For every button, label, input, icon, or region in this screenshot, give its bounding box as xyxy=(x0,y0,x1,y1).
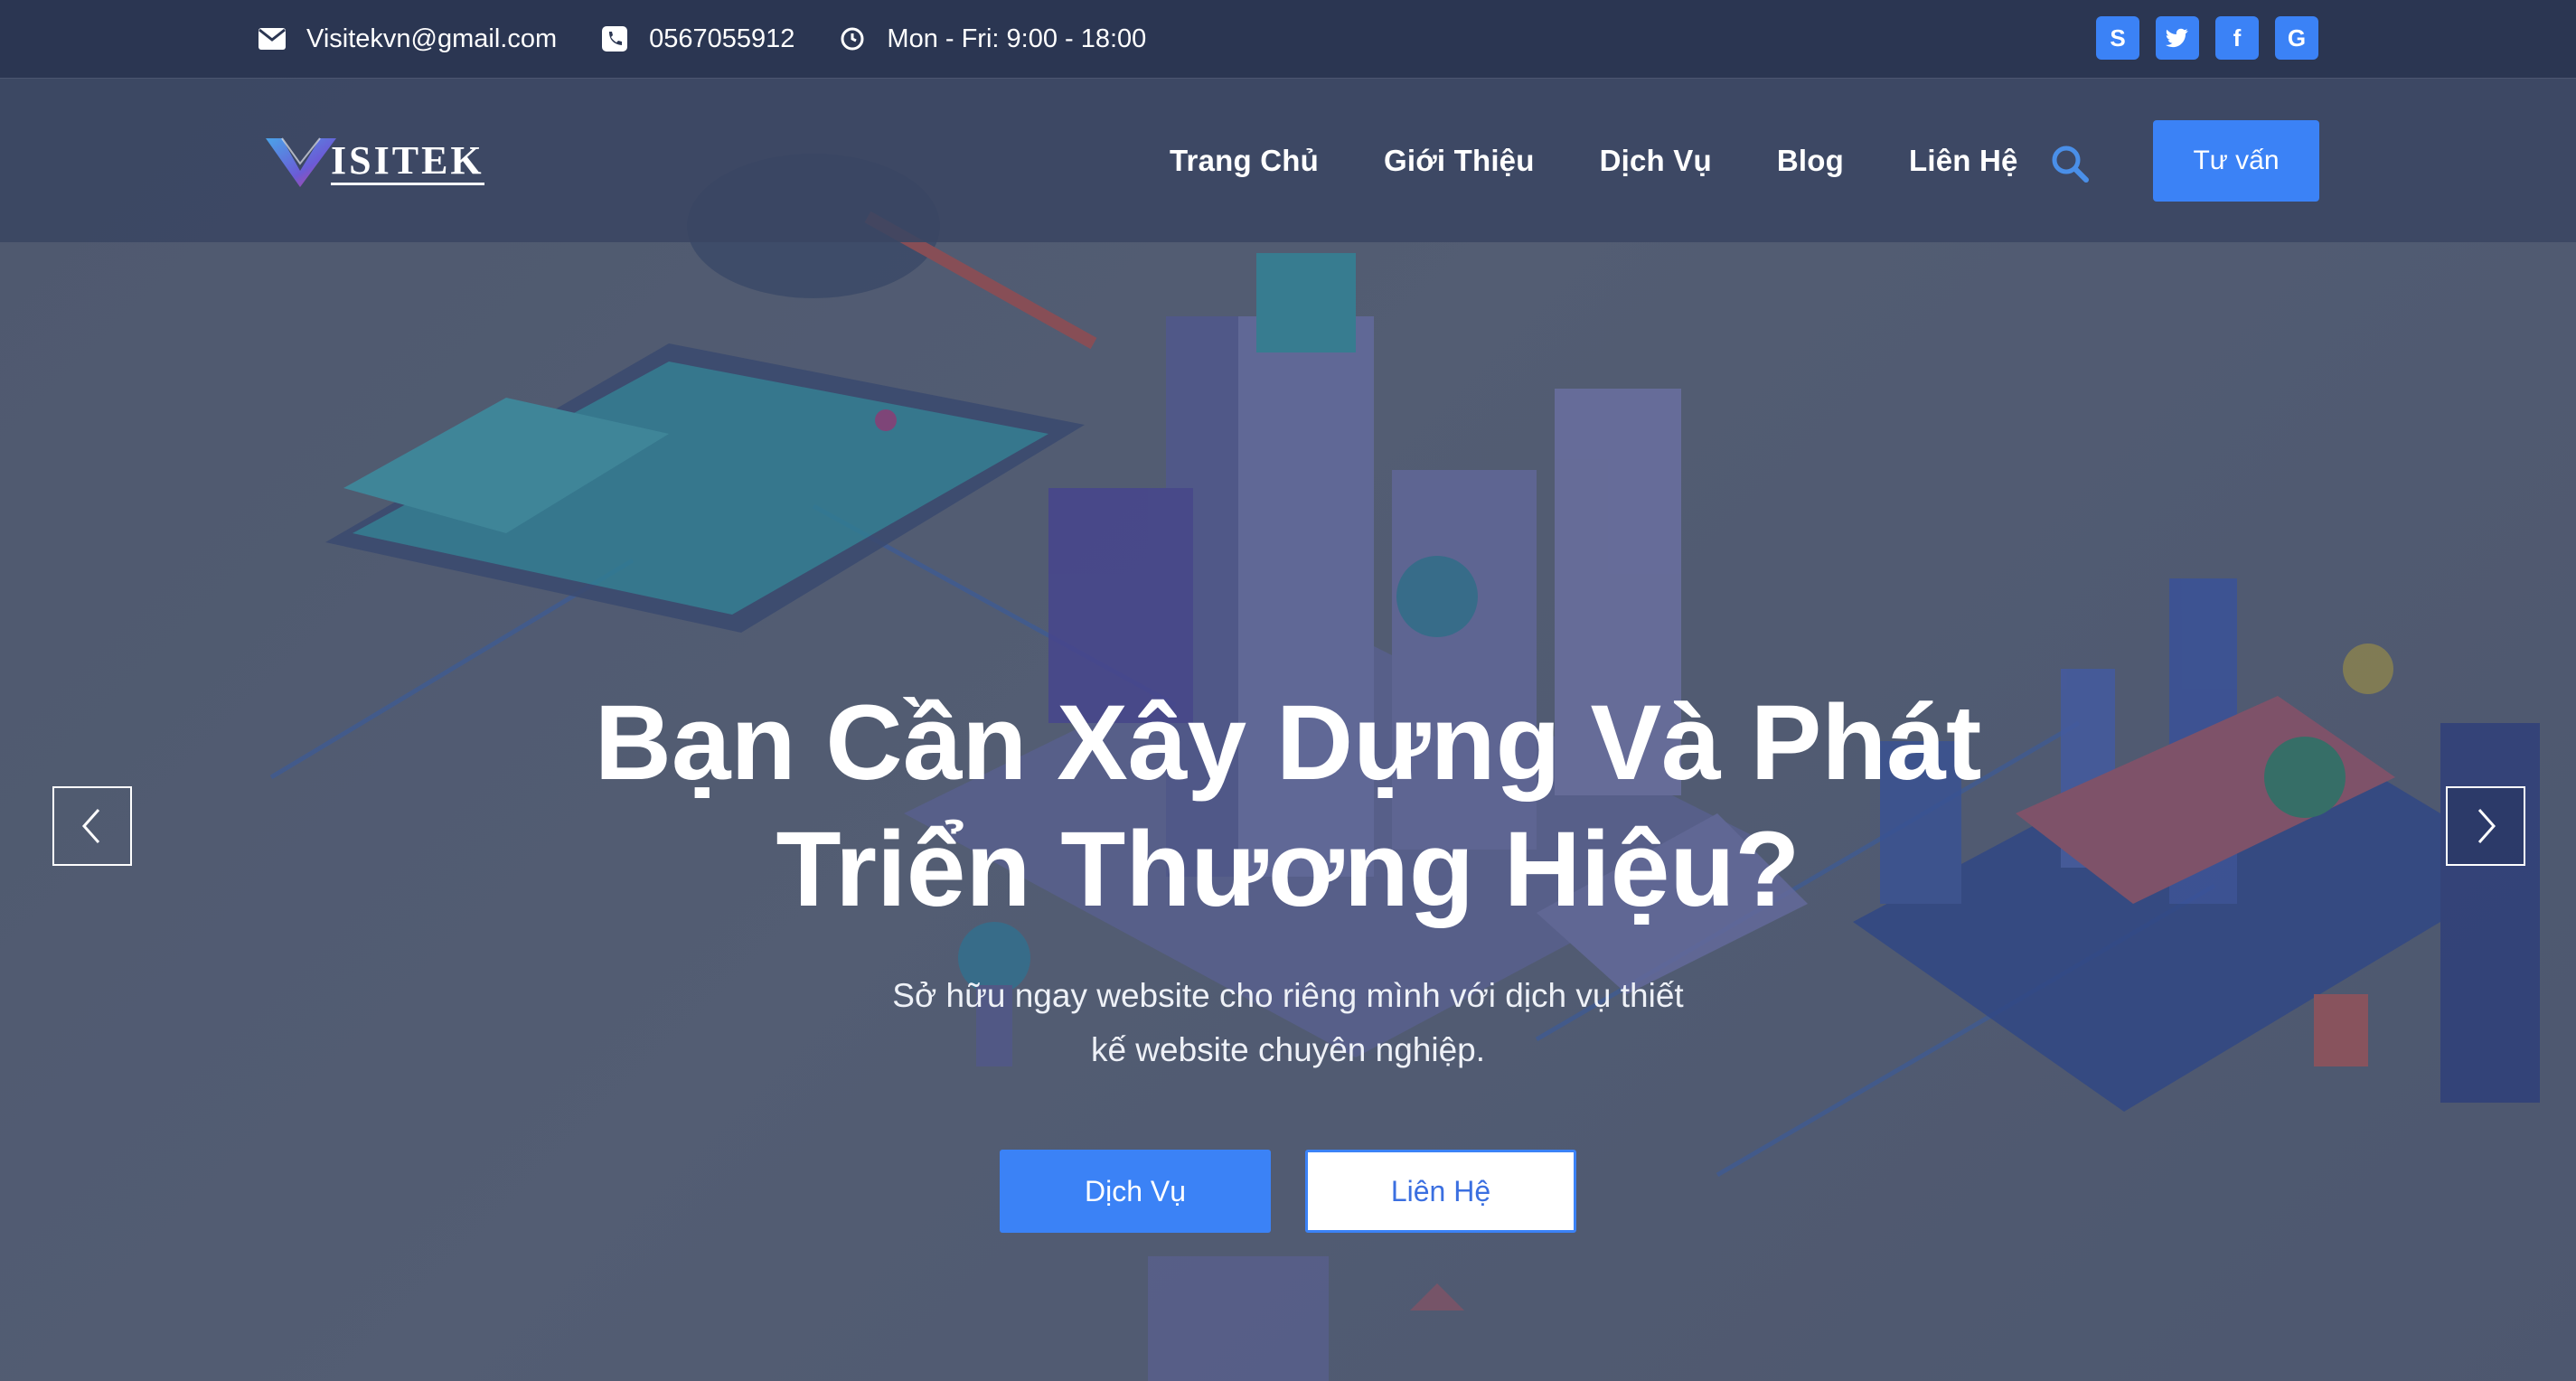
contact-button[interactable]: Liên Hệ xyxy=(1305,1150,1576,1233)
hero-subtitle-line-1: Sở hữu ngay website cho riêng mình với d… xyxy=(892,977,1684,1014)
main-navbar: ISITEK Trang Chủ Giới Thiệu Dịch Vụ Blog… xyxy=(0,78,2576,242)
nav-item-services[interactable]: Dịch Vụ xyxy=(1600,144,1712,178)
phone-text: 0567055912 xyxy=(649,23,795,53)
services-button[interactable]: Dịch Vụ xyxy=(1000,1150,1271,1233)
consult-button[interactable]: Tư vấn xyxy=(2153,120,2319,202)
nav-item-about[interactable]: Giới Thiệu xyxy=(1384,144,1535,178)
nav-item-blog[interactable]: Blog xyxy=(1777,144,1844,178)
hero-subtitle: Sở hữu ngay website cho riêng mình với d… xyxy=(836,969,1740,1077)
email-info[interactable]: Visitekvn@gmail.com xyxy=(258,24,557,54)
site-logo[interactable]: ISITEK xyxy=(264,131,484,194)
hours-info: Mon - Fri: 9:00 - 18:00 xyxy=(838,24,1146,54)
envelope-icon xyxy=(258,24,287,53)
chevron-right-icon xyxy=(2477,809,2496,843)
logo-text: ISITEK xyxy=(331,140,484,185)
hero-subtitle-line-2: kế website chuyên nghiệp. xyxy=(1090,1031,1486,1068)
skype-icon[interactable]: S xyxy=(2096,16,2139,60)
facebook-icon[interactable]: f xyxy=(2215,16,2259,60)
carousel-prev-button[interactable] xyxy=(52,786,132,866)
clock-icon xyxy=(838,24,867,53)
carousel-next-button[interactable] xyxy=(2446,786,2525,866)
twitter-icon[interactable] xyxy=(2156,16,2199,60)
top-info-bar: Visitekvn@gmail.com 0567055912 Mon - Fri… xyxy=(0,0,2576,78)
nav-item-home[interactable]: Trang Chủ xyxy=(1170,144,1319,178)
main-menu: Trang Chủ Giới Thiệu Dịch Vụ Blog Liên H… xyxy=(1170,79,2018,243)
phone-icon xyxy=(600,24,629,53)
logo-v-icon xyxy=(266,137,336,187)
social-links: S f G xyxy=(2096,16,2318,60)
hero-title-line-1: Bạn Cần Xây Dựng Và Phát xyxy=(594,683,1982,803)
google-icon[interactable]: G xyxy=(2275,16,2318,60)
hero-title-line-2: Triển Thương Hiệu? xyxy=(776,810,1800,929)
hero-title: Bạn Cần Xây Dựng Và Phát Triển Thương Hi… xyxy=(384,680,2192,933)
chevron-left-icon xyxy=(81,809,100,843)
email-text: Visitekvn@gmail.com xyxy=(306,23,558,53)
contact-info: Visitekvn@gmail.com 0567055912 Mon - Fri… xyxy=(258,0,1146,78)
phone-info[interactable]: 0567055912 xyxy=(600,24,794,54)
hours-text: Mon - Fri: 9:00 - 18:00 xyxy=(887,23,1147,53)
search-icon[interactable] xyxy=(2050,144,2090,183)
nav-item-contact[interactable]: Liên Hệ xyxy=(1909,144,2018,178)
